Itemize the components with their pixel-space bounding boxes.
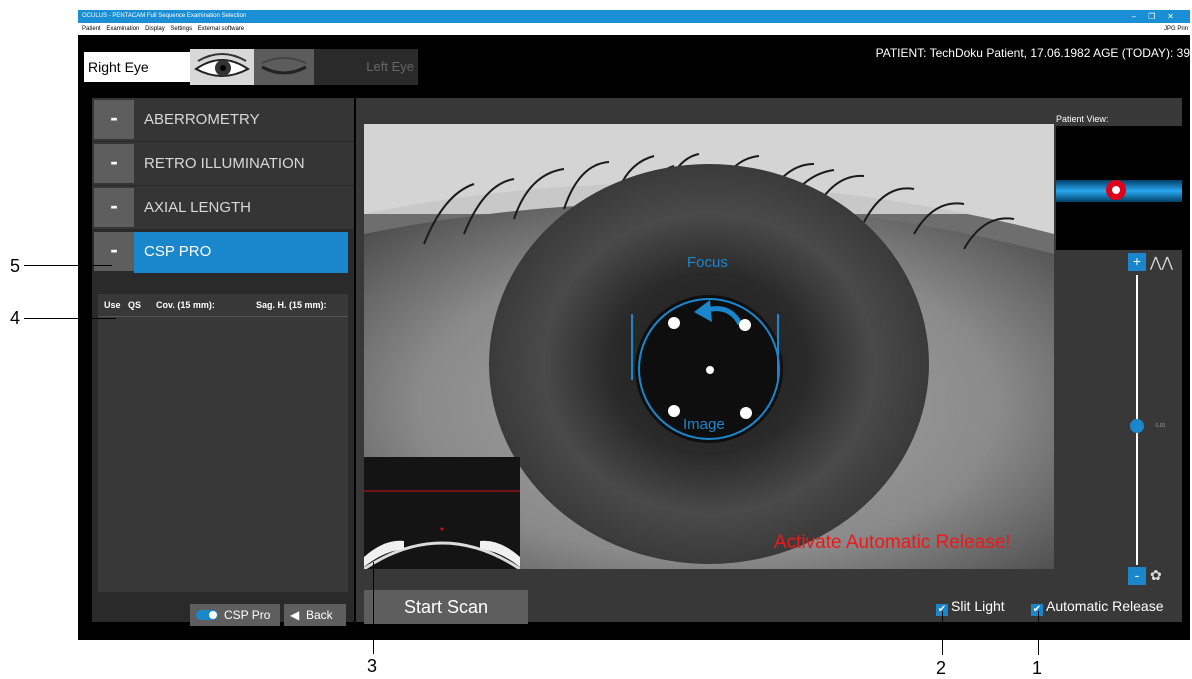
csp-pro-label: CSP Pro	[224, 608, 271, 622]
exam-item-csp-pro[interactable]: - CSP PRO	[92, 230, 354, 273]
callout-3: 3	[367, 656, 378, 676]
column-qs: QS	[128, 300, 142, 310]
back-label: Back	[306, 608, 333, 622]
menu-export[interactable]: JPG Prin	[1164, 23, 1188, 35]
slider-plus-button[interactable]: +	[1128, 253, 1146, 271]
exam-panel: - ABERROMETRY - RETRO ILLUMINATION - AXI…	[92, 98, 354, 626]
collapse-button[interactable]: -	[94, 188, 134, 227]
list-header: Use QS Cov. (15 mm): Sag. H. (15 mm):	[98, 294, 348, 317]
back-button[interactable]: ◀ Back	[284, 604, 346, 626]
automatic-release-warning: Activate Automatic Release!	[774, 532, 1011, 553]
camera-live-view[interactable]: Focus Image Activate Automatic Release!	[364, 124, 1054, 569]
close-icon[interactable]: ✕	[1167, 12, 1186, 21]
window-controls[interactable]: –❐✕	[1132, 10, 1186, 23]
callout-4: 4	[10, 308, 21, 328]
exam-label[interactable]: AXIAL LENGTH	[144, 186, 251, 229]
csp-pro-toggle-button[interactable]: CSP Pro	[190, 604, 280, 626]
slit-light-label: Slit Light	[951, 598, 1005, 614]
open-eye-icon[interactable]	[190, 49, 254, 85]
mountain-icon: ⋀⋀	[1150, 254, 1173, 270]
back-arrow-icon: ◀	[290, 608, 300, 622]
acquisition-panel: Focus Image Activate Automatic Release! …	[356, 98, 1182, 624]
menu-display[interactable]: Display	[145, 26, 165, 32]
measurement-list[interactable]: Use QS Cov. (15 mm): Sag. H. (15 mm):	[98, 294, 348, 592]
toggle-icon[interactable]	[196, 610, 218, 620]
image-label: Image	[683, 416, 725, 433]
callout-line-4	[24, 318, 116, 319]
column-sagittal-height: Sag. H. (15 mm):	[256, 300, 327, 310]
menu-settings[interactable]: Settings	[170, 26, 192, 32]
focus-slider[interactable]: + ⋀⋀ -1.01 - ✿	[1126, 253, 1176, 585]
right-eye-button[interactable]: Right Eye	[84, 52, 190, 82]
maximize-icon[interactable]: ❐	[1148, 12, 1167, 21]
column-use: Use	[104, 300, 121, 310]
exam-item-axial-length[interactable]: - AXIAL LENGTH	[92, 186, 354, 229]
start-scan-button[interactable]: Start Scan	[364, 590, 528, 624]
automatic-release-label: Automatic Release	[1046, 598, 1164, 614]
eye-selector: Right Eye Left Eye	[84, 44, 418, 88]
exam-item-retro-illumination[interactable]: - RETRO ILLUMINATION	[92, 142, 354, 185]
slider-value: -1.01	[1154, 423, 1166, 429]
collapse-button[interactable]: -	[94, 144, 134, 183]
patient-view-preview	[1056, 126, 1182, 250]
slider-minus-button[interactable]: -	[1128, 567, 1146, 585]
automatic-release-checkbox[interactable]: ✔ Automatic Release	[1031, 598, 1164, 616]
menu-bar: Patient Examination Display Settings Ext…	[78, 23, 1190, 35]
slider-handle[interactable]	[1130, 419, 1144, 433]
callout-line-1	[1038, 611, 1039, 655]
slit-light-checkbox[interactable]: ✔ Slit Light	[936, 598, 1005, 616]
exam-label[interactable]: RETRO ILLUMINATION	[144, 142, 305, 185]
scheimpflug-preview	[364, 457, 520, 569]
menu-external-software[interactable]: External software	[198, 26, 244, 32]
focus-label: Focus	[687, 254, 728, 271]
callout-1: 1	[1032, 658, 1043, 678]
collapse-button[interactable]: -	[94, 100, 134, 139]
flower-icon: ✿	[1150, 567, 1162, 583]
closed-eye-icon[interactable]	[254, 49, 314, 85]
window-title: OCULUS - PENTACAM Full Sequence Examinat…	[82, 13, 247, 19]
callout-line-5	[24, 265, 112, 266]
exam-label[interactable]: ABERROMETRY	[144, 98, 260, 141]
menu-patient[interactable]: Patient	[82, 26, 101, 32]
exam-item-aberrometry[interactable]: - ABERROMETRY	[92, 98, 354, 141]
checkmark-icon[interactable]: ✔	[1031, 604, 1043, 616]
patient-info: PATIENT: TechDoku Patient, 17.06.1982 AG…	[875, 46, 1190, 60]
callout-2: 2	[936, 658, 947, 678]
minimize-icon[interactable]: –	[1132, 12, 1148, 21]
app-window: OCULUS - PENTACAM Full Sequence Examinat…	[78, 10, 1190, 640]
patient-view-label: Patient View:	[1056, 114, 1109, 124]
callout-line-2	[942, 611, 943, 655]
left-eye-button[interactable]: Left Eye	[314, 49, 418, 85]
callout-line-3	[373, 562, 374, 654]
callout-5: 5	[10, 256, 21, 276]
exam-label[interactable]: CSP PRO	[144, 230, 211, 273]
menu-examination[interactable]: Examination	[106, 26, 139, 32]
column-coverage: Cov. (15 mm):	[156, 300, 215, 310]
title-bar: OCULUS - PENTACAM Full Sequence Examinat…	[78, 10, 1190, 23]
